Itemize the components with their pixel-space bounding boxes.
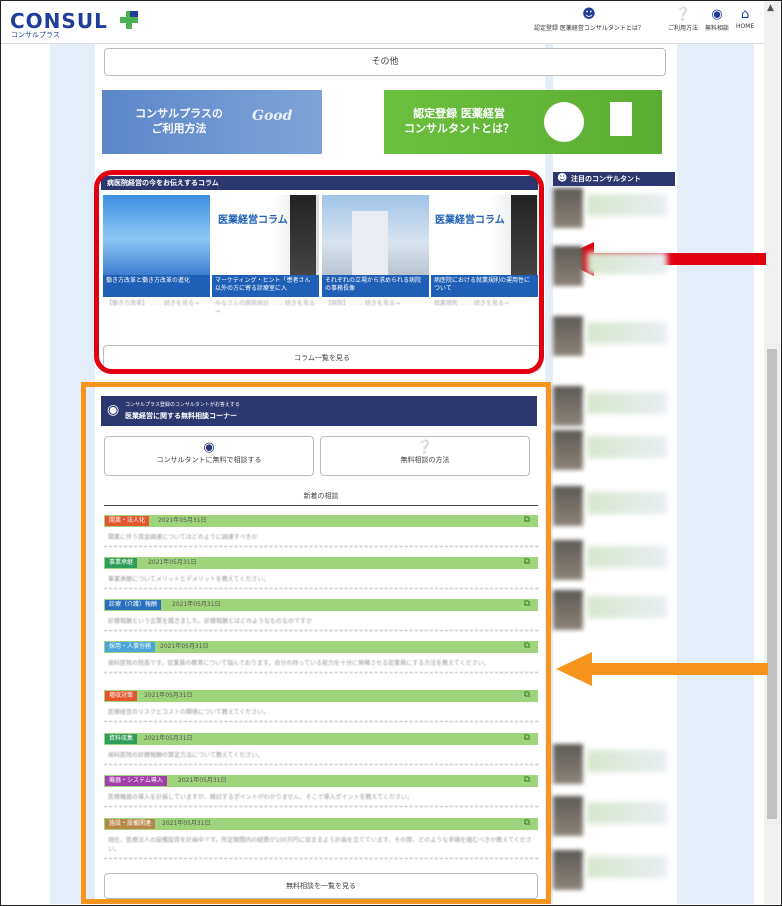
avatar	[553, 850, 583, 890]
consultant-item[interactable]	[553, 246, 673, 292]
home-icon: ⌂	[740, 7, 750, 22]
building-icon	[610, 102, 632, 136]
how-to-use-banner[interactable]: コンサルプラスの ご利用方法 Good	[102, 90, 322, 154]
avatar	[553, 540, 583, 580]
avatar	[553, 386, 583, 426]
good-deco-text: Good	[252, 108, 293, 124]
consultant-item[interactable]	[553, 744, 673, 790]
scroll-up-arrow-icon[interactable]: ▲	[767, 3, 774, 13]
nav-how-to-use[interactable]: ❔ ご利用方法	[668, 7, 698, 32]
red-highlight-outline	[94, 170, 544, 374]
consultant-item[interactable]	[553, 540, 673, 586]
orange-arrow-icon	[556, 652, 768, 686]
consultant-item[interactable]	[553, 316, 673, 362]
avatar	[553, 744, 583, 784]
site-header: CONSUL コンサルプラス ☻ 認定登録 医薬経営コンサルタントとは？ ❔ ご…	[1, 1, 764, 44]
scrollbar-thumb[interactable]	[767, 349, 777, 819]
nav-free-consult[interactable]: ◉ 無料相談	[705, 7, 729, 32]
consultant-item[interactable]	[553, 188, 673, 234]
logo-subtitle: コンサルプラス	[11, 31, 60, 39]
other-button[interactable]: その他	[104, 48, 666, 76]
avatar	[553, 430, 583, 470]
question-icon: ❔	[674, 7, 692, 22]
featured-consultants-title: ☻ 注目のコンサルタント	[553, 172, 675, 186]
consultant-item[interactable]	[553, 486, 673, 532]
avatar	[553, 316, 583, 356]
nav-consultant-about[interactable]: ☻ 認定登録 医薬経営コンサルタントとは？	[534, 7, 644, 32]
consultant-item[interactable]	[553, 430, 673, 476]
scrollbar[interactable]: ▲	[764, 1, 780, 904]
consultant-item[interactable]	[553, 590, 673, 636]
chat-icon: ◉	[711, 7, 723, 22]
orange-highlight-outline	[81, 382, 551, 904]
avatar	[553, 246, 583, 286]
nav-home[interactable]: ⌂ HOME	[736, 7, 754, 30]
avatar	[553, 486, 583, 526]
consultant-about-banner[interactable]: 認定登録 医薬経営 コンサルタントとは？	[384, 90, 662, 154]
money-bag-icon	[544, 102, 584, 142]
consultant-item[interactable]	[553, 386, 673, 432]
consultant-item[interactable]	[553, 850, 673, 896]
consultant-item[interactable]	[553, 796, 673, 842]
avatar	[553, 796, 583, 836]
person-icon: ☻	[557, 173, 568, 184]
avatar	[553, 188, 583, 228]
person-icon: ☻	[582, 7, 596, 22]
avatar	[553, 590, 583, 630]
logo-plus-icon	[120, 11, 138, 29]
